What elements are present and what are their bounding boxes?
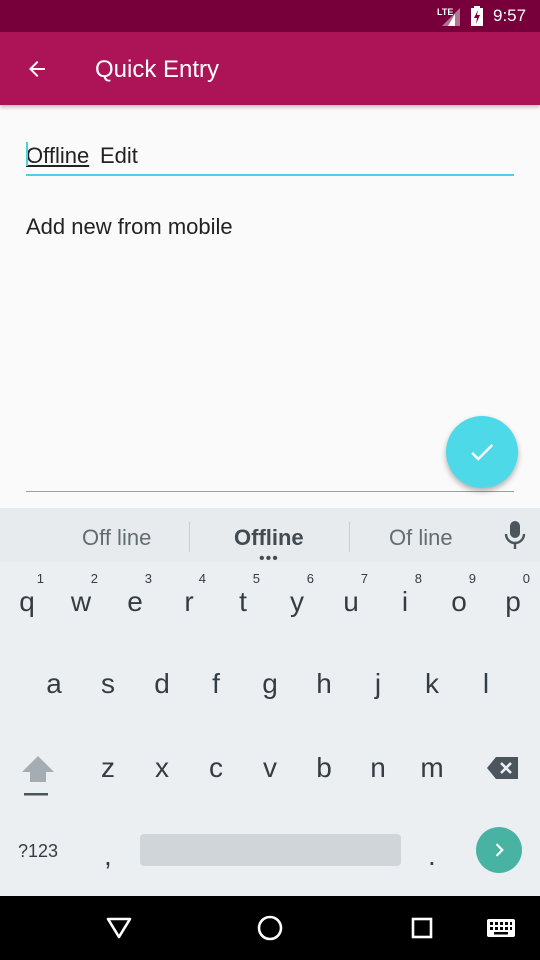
comma-key[interactable]: , — [104, 840, 112, 872]
key-i[interactable]: i8 — [378, 562, 432, 642]
key-z[interactable]: z — [81, 728, 135, 808]
keyboard-switch-icon[interactable] — [487, 919, 515, 937]
backspace-icon[interactable] — [486, 756, 520, 780]
suggestion-divider — [189, 522, 190, 552]
space-bar[interactable] — [140, 834, 401, 866]
key-b[interactable]: b — [297, 728, 351, 808]
text-cursor — [26, 142, 28, 166]
arrow-back-icon — [29, 61, 45, 77]
suggestion-strip: Off line Offline Of line ••• — [0, 508, 540, 567]
key-m[interactable]: m — [405, 728, 459, 808]
chevron-right-icon — [495, 843, 504, 857]
key-p[interactable]: p0 — [486, 562, 540, 642]
suggestion-1[interactable]: Off line — [82, 525, 151, 551]
signal-icon — [442, 8, 460, 26]
page-title: Quick Entry — [95, 56, 220, 83]
key-l[interactable]: l — [459, 644, 513, 724]
navigation-bar — [0, 896, 540, 960]
key-f[interactable]: f — [189, 644, 243, 724]
save-button[interactable] — [446, 416, 518, 488]
key-a[interactable]: a — [27, 644, 81, 724]
recents-square-icon[interactable] — [411, 917, 433, 939]
back-button[interactable] — [18, 50, 56, 88]
key-n[interactable]: n — [351, 728, 405, 808]
key-v[interactable]: v — [243, 728, 297, 808]
next-key[interactable] — [476, 827, 522, 873]
key-h[interactable]: h — [297, 644, 351, 724]
back-triangle-icon[interactable] — [106, 916, 132, 940]
key-y[interactable]: y6 — [270, 562, 324, 642]
period-key[interactable]: . — [428, 840, 436, 872]
key-d[interactable]: d — [135, 644, 189, 724]
body-input-underline — [26, 491, 514, 492]
check-icon — [471, 444, 494, 461]
key-q[interactable]: q1 — [0, 562, 54, 642]
title-input[interactable]: Offline Edit — [26, 138, 514, 176]
suggestion-2[interactable]: Offline — [234, 525, 304, 551]
key-x[interactable]: x — [135, 728, 189, 808]
status-bar: LTE 9:57 — [0, 0, 540, 32]
battery-icon — [471, 6, 483, 26]
app-bar: Quick Entry — [0, 32, 540, 105]
suggestion-3[interactable]: Of line — [389, 525, 453, 551]
keyboard: q1 w2 e3 r4 t5 y6 u7 i8 o9 p0 a s d f g … — [0, 562, 540, 896]
key-s[interactable]: s — [81, 644, 135, 724]
title-word-composing: Offline — [26, 143, 90, 168]
symbols-key[interactable]: ?123 — [18, 841, 58, 862]
key-r[interactable]: r4 — [162, 562, 216, 642]
title-word-rest: Edit — [100, 143, 138, 168]
home-circle-icon[interactable] — [257, 915, 283, 941]
key-k[interactable]: k — [405, 644, 459, 724]
key-t[interactable]: t5 — [216, 562, 270, 642]
microphone-icon[interactable] — [503, 520, 527, 550]
shift-icon[interactable] — [20, 754, 56, 798]
body-input[interactable]: Add new from mobile — [26, 214, 233, 240]
key-u[interactable]: u7 — [324, 562, 378, 642]
clock: 9:57 — [493, 6, 527, 25]
suggestion-divider — [349, 522, 350, 552]
key-j[interactable]: j — [351, 644, 405, 724]
key-e[interactable]: e3 — [108, 562, 162, 642]
key-g[interactable]: g — [243, 644, 297, 724]
key-c[interactable]: c — [189, 728, 243, 808]
key-o[interactable]: o9 — [432, 562, 486, 642]
key-w[interactable]: w2 — [54, 562, 108, 642]
